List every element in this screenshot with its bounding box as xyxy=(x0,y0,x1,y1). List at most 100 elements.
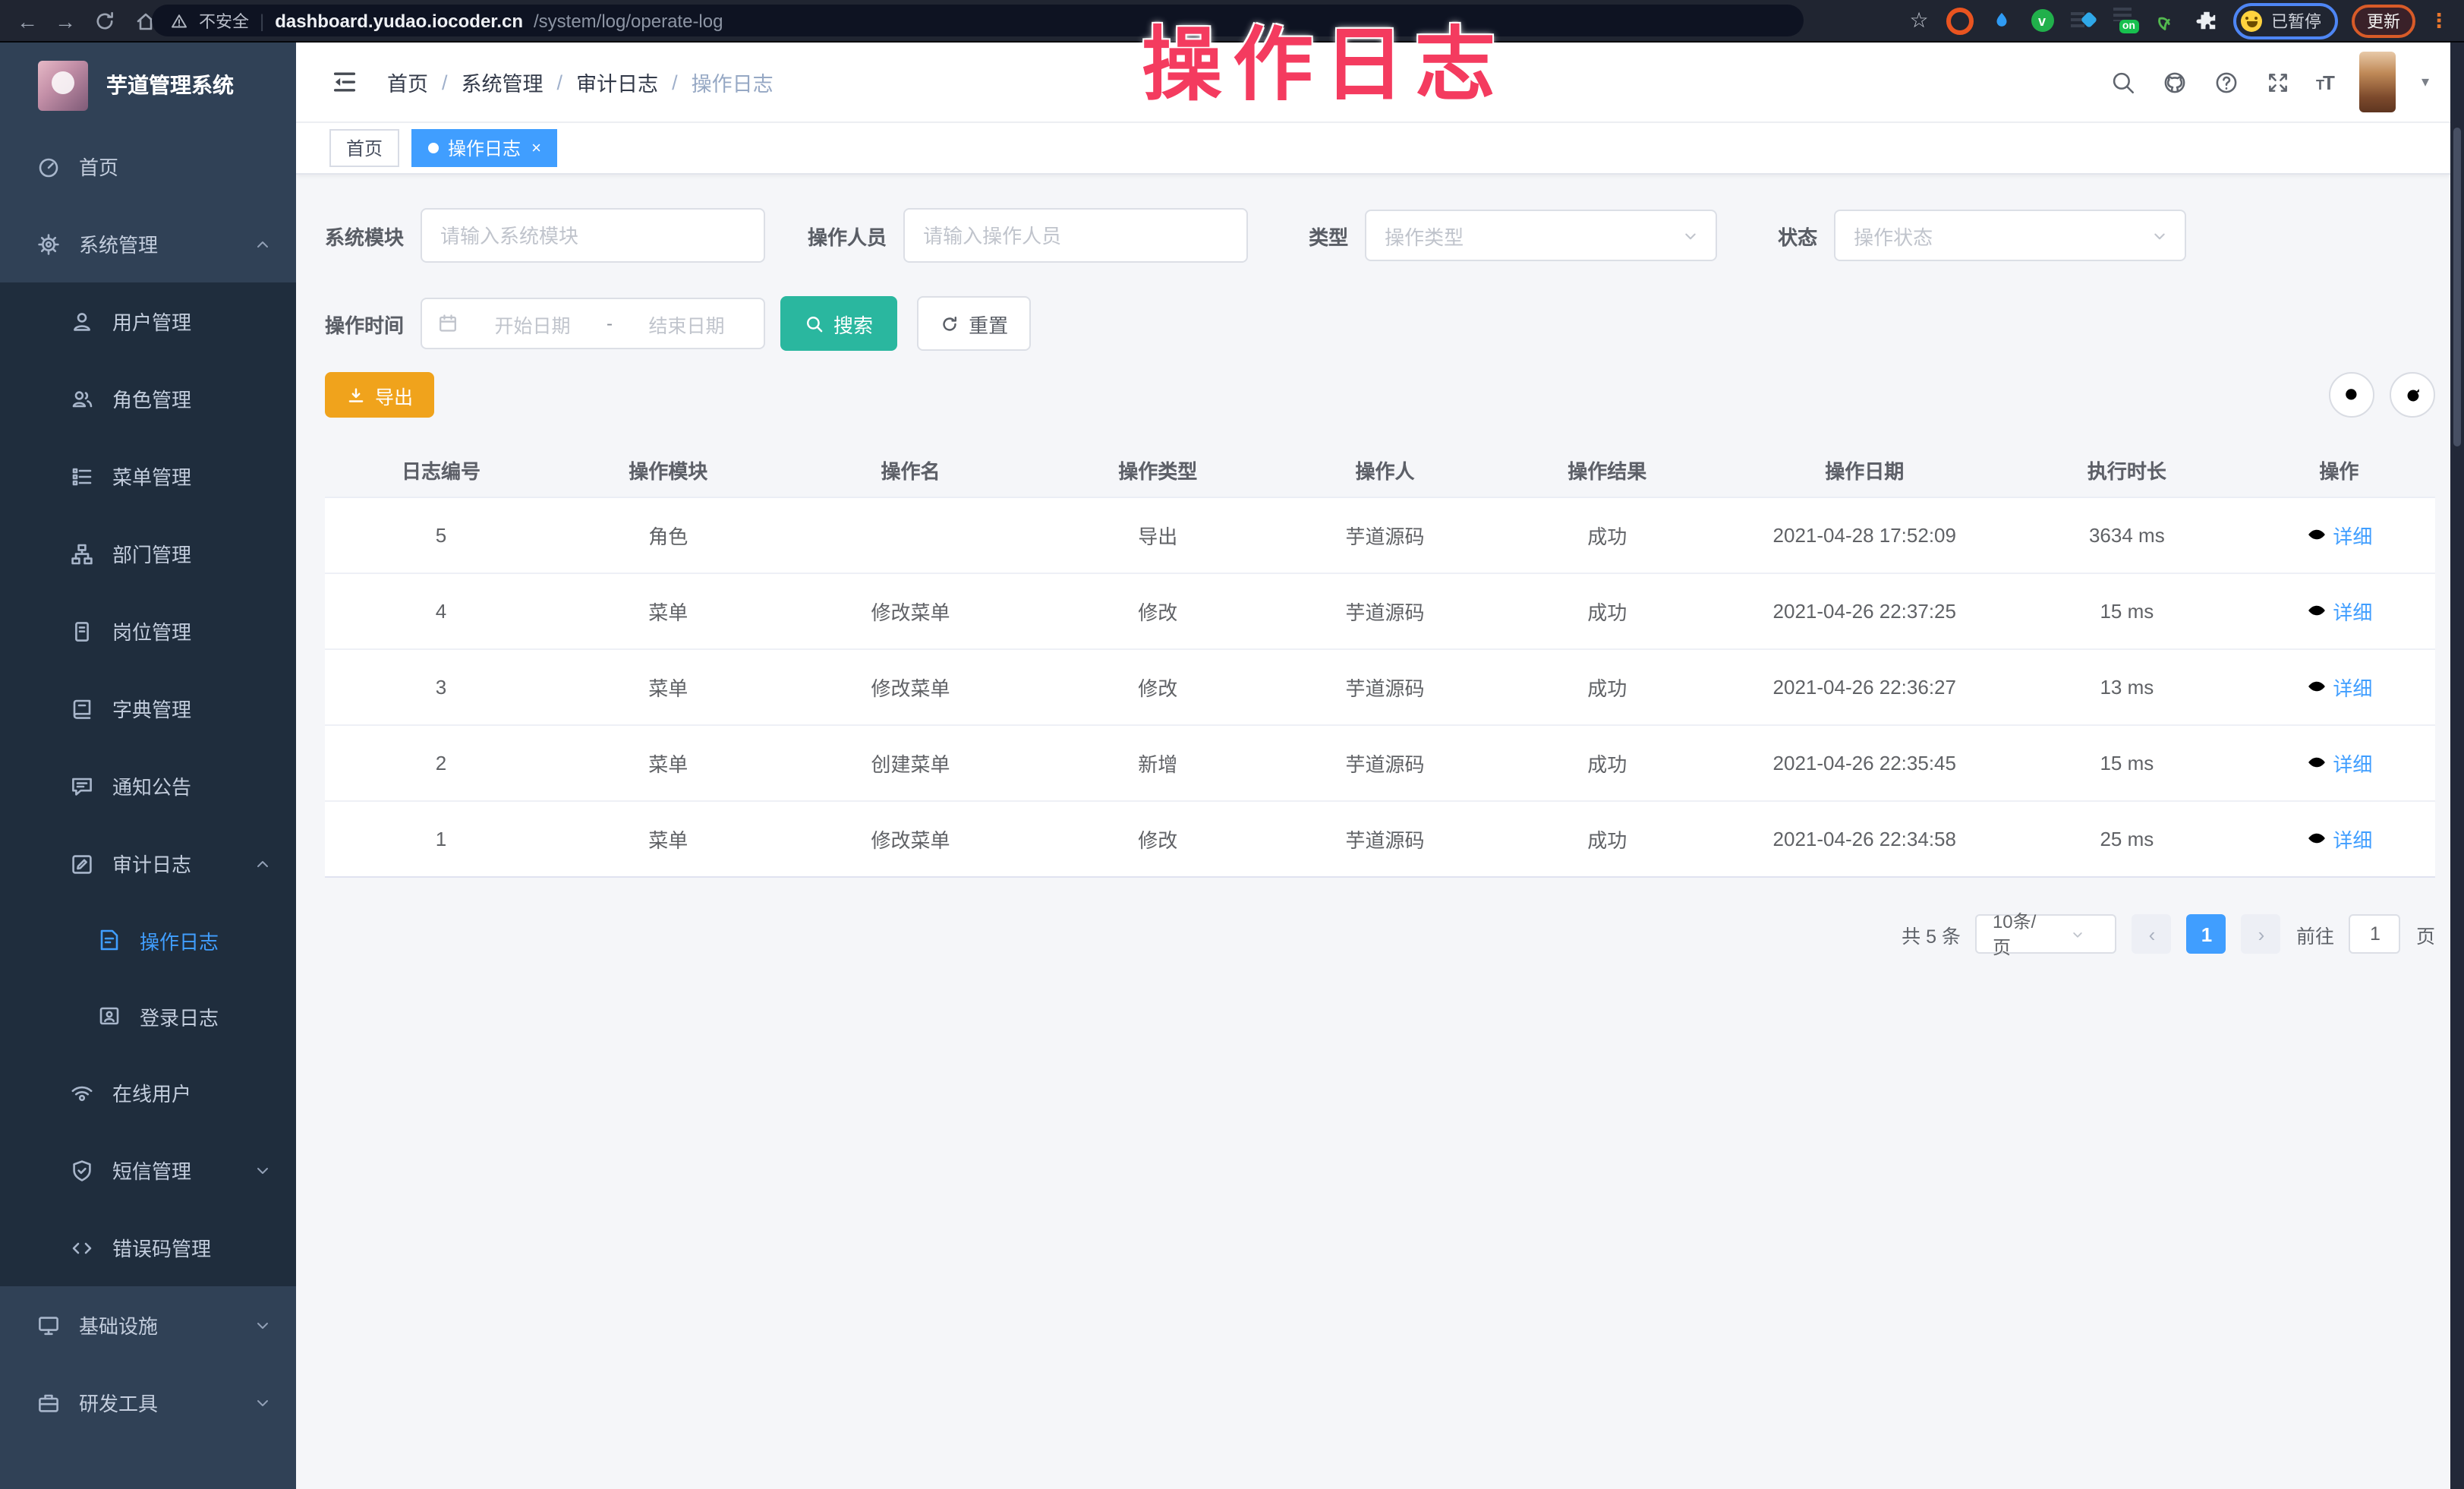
avatar-caret-icon[interactable]: ▾ xyxy=(2421,74,2429,90)
page-suffix: 页 xyxy=(2416,920,2435,948)
tab-tag-0[interactable]: 首页 xyxy=(329,129,399,167)
breadcrumb-item[interactable]: 审计日志 xyxy=(576,67,658,97)
infrastructure-icon xyxy=(36,1313,61,1337)
goto-page-input[interactable] xyxy=(2349,914,2401,954)
sidebar-item-8[interactable]: 通知公告 xyxy=(0,747,296,825)
browser-menu-kebab-icon[interactable]: ⋮ xyxy=(2429,8,2449,33)
sidebar-item-2[interactable]: 用户管理 xyxy=(0,282,296,360)
sidebar-item-10[interactable]: 操作日志 xyxy=(0,902,296,978)
extensions-puzzle-icon[interactable] xyxy=(2192,7,2220,34)
browser-toolbar-right: ☆ v on 已暂停 更新 ⋮ xyxy=(1905,0,2449,41)
tag-close-icon[interactable]: × xyxy=(531,139,541,157)
sidebar-item-16[interactable]: 研发工具 xyxy=(0,1364,296,1441)
user-avatar[interactable] xyxy=(2359,52,2396,112)
operator-input[interactable] xyxy=(903,208,1248,263)
cell-date: 2021-04-26 22:36:27 xyxy=(1719,649,2011,725)
browser-update-button[interactable]: 更新 xyxy=(2352,4,2415,37)
github-icon[interactable] xyxy=(2161,69,2187,95)
detail-link-label: 详细 xyxy=(2333,749,2372,778)
cell-type: 修改 xyxy=(1041,801,1274,877)
badge-icon xyxy=(70,619,94,643)
cell-action: 详细 xyxy=(2243,497,2435,573)
sidebar-item-11[interactable]: 登录日志 xyxy=(0,978,296,1054)
chevron-down-icon xyxy=(2050,926,2106,942)
status-select[interactable]: 操作状态 xyxy=(1834,210,2186,261)
font-size-icon[interactable]: TT xyxy=(2316,71,2333,93)
extension-blue-drop-icon[interactable] xyxy=(1987,7,2015,34)
extension-on-badge-icon[interactable]: on xyxy=(2110,7,2138,34)
type-select[interactable]: 操作类型 xyxy=(1365,210,1717,261)
scrollbar[interactable] xyxy=(2450,43,2464,1489)
next-page-button[interactable]: › xyxy=(2242,914,2281,954)
chevron-up-icon xyxy=(254,235,272,253)
page-1-button[interactable]: 1 xyxy=(2187,914,2226,954)
sidebar-item-7[interactable]: 字典管理 xyxy=(0,670,296,747)
cell-module: 菜单 xyxy=(557,801,780,877)
extension-green-leaf-icon[interactable] xyxy=(2151,7,2179,34)
start-date-placeholder: 开始日期 xyxy=(471,309,594,338)
detail-link[interactable]: 详细 xyxy=(2305,673,2372,702)
user-icon xyxy=(70,309,94,333)
tags-bar: 首页操作日志× xyxy=(296,123,2450,175)
cell-date: 2021-04-26 22:37:25 xyxy=(1719,573,2011,649)
sidebar-item-5[interactable]: 部门管理 xyxy=(0,515,296,592)
reset-button[interactable]: 重置 xyxy=(917,296,1031,351)
breadcrumb-item[interactable]: 系统管理 xyxy=(462,67,544,97)
dev-tools-icon xyxy=(36,1390,61,1415)
users-icon xyxy=(70,386,94,411)
sidebar-item-9[interactable]: 审计日志 xyxy=(0,825,296,902)
cell-type: 修改 xyxy=(1041,573,1274,649)
extension-orange-ring-icon[interactable] xyxy=(1946,7,1974,34)
detail-link[interactable]: 详细 xyxy=(2305,825,2372,853)
cell-date: 2021-04-28 17:52:09 xyxy=(1719,497,2011,573)
toggle-search-button[interactable] xyxy=(2329,372,2374,418)
extension-green-check-icon[interactable]: v xyxy=(2028,7,2056,34)
sidebar-collapse-icon[interactable] xyxy=(331,68,358,96)
breadcrumb-separator: / xyxy=(442,71,448,93)
cell-operator: 芋道源码 xyxy=(1274,801,1496,877)
breadcrumb-item[interactable]: 首页 xyxy=(387,67,428,97)
date-range-input[interactable]: 开始日期 - 结束日期 xyxy=(421,298,765,349)
cell-duration: 13 ms xyxy=(2011,649,2243,725)
sidebar-item-6[interactable]: 岗位管理 xyxy=(0,592,296,670)
back-button[interactable]: ← xyxy=(17,8,38,33)
extension-paused-pill[interactable]: 已暂停 xyxy=(2233,2,2338,39)
help-icon[interactable] xyxy=(2213,69,2239,95)
sidebar-item-label: 字典管理 xyxy=(112,694,191,723)
sidebar-item-0[interactable]: 首页 xyxy=(0,128,296,205)
sidebar-item-13[interactable]: 短信管理 xyxy=(0,1131,296,1209)
scrollbar-thumb[interactable] xyxy=(2453,128,2461,446)
tab-tag-1[interactable]: 操作日志× xyxy=(411,129,558,167)
address-bar[interactable]: 不安全 | dashboard.yudao.iocoder.cn /system… xyxy=(152,5,1804,36)
bookmark-star-icon[interactable]: ☆ xyxy=(1905,7,1933,34)
sidebar-item-1[interactable]: 系统管理 xyxy=(0,205,296,282)
cell-operator: 芋道源码 xyxy=(1274,497,1496,573)
detail-link[interactable]: 详细 xyxy=(2305,521,2372,550)
sidebar-item-3[interactable]: 角色管理 xyxy=(0,360,296,437)
detail-link-label: 详细 xyxy=(2333,825,2372,853)
export-button[interactable]: 导出 xyxy=(325,372,434,418)
sidebar-logo-row[interactable]: 芋道管理系统 xyxy=(0,43,296,128)
page-size-value: 10条/页 xyxy=(1993,908,2050,960)
forward-button[interactable]: → xyxy=(55,8,76,33)
prev-page-button[interactable]: ‹ xyxy=(2132,914,2172,954)
operator-label: 操作人员 xyxy=(808,221,887,250)
search-button[interactable]: 搜索 xyxy=(780,296,897,351)
fullscreen-icon[interactable] xyxy=(2264,69,2290,95)
cell-result: 成功 xyxy=(1496,649,1719,725)
extension-blue-diamond-icon[interactable] xyxy=(2069,7,2097,34)
reload-button[interactable] xyxy=(93,8,117,33)
emoji-face-icon xyxy=(2241,10,2262,31)
detail-link[interactable]: 详细 xyxy=(2305,597,2372,626)
sidebar-item-4[interactable]: 菜单管理 xyxy=(0,437,296,515)
cell-name xyxy=(780,497,1042,573)
sidebar-item-15[interactable]: 基础设施 xyxy=(0,1286,296,1364)
page-size-select[interactable]: 10条/页 xyxy=(1976,914,2117,954)
sidebar-item-12[interactable]: 在线用户 xyxy=(0,1054,296,1131)
search-icon[interactable] xyxy=(2110,69,2135,95)
chevron-down-icon xyxy=(254,1393,272,1412)
detail-link[interactable]: 详细 xyxy=(2305,749,2372,778)
sidebar-item-14[interactable]: 错误码管理 xyxy=(0,1209,296,1286)
module-input[interactable] xyxy=(421,208,765,263)
refresh-table-button[interactable] xyxy=(2390,372,2435,418)
